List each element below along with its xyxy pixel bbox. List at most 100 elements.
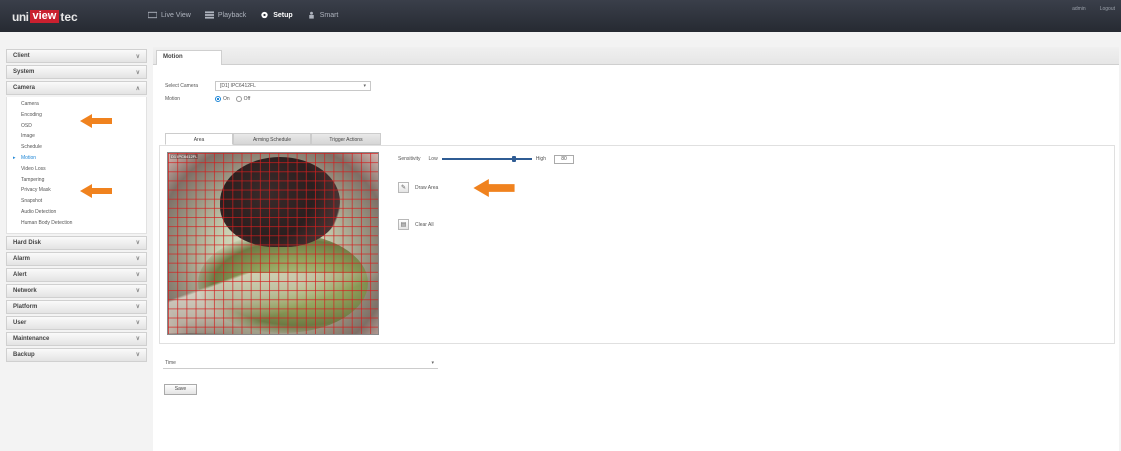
logo-text-2: view bbox=[29, 10, 60, 23]
clear-all-label: Clear All bbox=[415, 221, 434, 228]
sensitivity-slider[interactable] bbox=[441, 154, 532, 164]
main-nav: Live View Playback Setup Smart bbox=[148, 11, 338, 19]
playback-icon bbox=[204, 11, 214, 19]
video-overlay-label: D1 IPC6412FL bbox=[170, 154, 199, 159]
chevron-down-icon: ∨ bbox=[135, 304, 140, 311]
sidebar-group-alarm[interactable]: Alarm ∨ bbox=[6, 251, 147, 266]
sidebar-group-label: Network bbox=[13, 287, 37, 294]
logo-text-3: tec bbox=[60, 9, 78, 24]
sidebar-item-snapshot[interactable]: Snapshot bbox=[7, 196, 146, 207]
tab-arming-schedule[interactable]: Arming Schedule bbox=[233, 133, 311, 145]
chevron-down-icon: ∨ bbox=[135, 240, 140, 247]
sidebar-item-tampering[interactable]: Tampering bbox=[7, 175, 146, 186]
page-tab-bar: Motion bbox=[153, 47, 1119, 65]
sidebar-group-hard-disk[interactable]: Hard Disk ∨ bbox=[6, 235, 147, 250]
chevron-down-icon: ∨ bbox=[135, 53, 140, 60]
sensitivity-slider-thumb[interactable] bbox=[511, 156, 516, 162]
sensitivity-row: Sensitivity Low High 80 bbox=[398, 154, 574, 164]
sensitivity-label: Sensitivity bbox=[398, 156, 421, 162]
user-name[interactable]: admin bbox=[1072, 6, 1086, 12]
nav-live-view[interactable]: Live View bbox=[148, 11, 191, 19]
tab-motion[interactable]: Motion bbox=[156, 50, 222, 65]
setup-gear-icon bbox=[261, 11, 268, 19]
sensitivity-value-input[interactable]: 80 bbox=[554, 154, 574, 164]
tab-area[interactable]: Area bbox=[165, 133, 233, 145]
motion-area-video-grid[interactable]: D1 IPC6412FL bbox=[167, 152, 379, 335]
sidebar-group-user[interactable]: User ∨ bbox=[6, 315, 147, 330]
sidebar-item-image[interactable]: Image bbox=[7, 131, 146, 142]
sidebar-item-audio-detection[interactable]: Audio Detection bbox=[7, 207, 146, 218]
time-row: Time ▾ bbox=[163, 359, 438, 369]
sidebar-item-encoding[interactable]: Encoding bbox=[7, 110, 146, 121]
sidebar-item-video-loss[interactable]: Video Loss bbox=[7, 164, 146, 175]
sidebar-group-label: Platform bbox=[13, 303, 38, 310]
sidebar-item-schedule[interactable]: Schedule bbox=[7, 142, 146, 153]
sidebar-group-network[interactable]: Network ∨ bbox=[6, 283, 147, 298]
sidebar-group-label: System bbox=[13, 69, 35, 75]
trash-icon: ▤ bbox=[398, 219, 409, 230]
nav-smart[interactable]: Smart bbox=[307, 11, 339, 19]
time-label: Time bbox=[165, 360, 176, 366]
motion-off-radio[interactable] bbox=[235, 96, 242, 102]
motion-grid-overlay[interactable] bbox=[168, 153, 378, 334]
logout-link[interactable]: Logout bbox=[1100, 6, 1115, 12]
sidebar-item-privacy-mask[interactable]: Privacy Mask bbox=[7, 185, 146, 196]
smart-icon bbox=[308, 11, 314, 19]
select-camera-label: Select Camera bbox=[165, 83, 199, 89]
sensitivity-slider-track bbox=[441, 158, 532, 160]
sidebar-group-label: Hard Disk bbox=[13, 239, 42, 246]
user-area: admin Logout bbox=[1072, 6, 1115, 12]
motion-on-label: On bbox=[223, 96, 230, 102]
save-button[interactable]: Save bbox=[164, 384, 197, 395]
sidebar-group-backup[interactable]: Backup ∨ bbox=[6, 347, 147, 362]
nav-playback[interactable]: Playback bbox=[204, 11, 247, 19]
top-bar: uni view tec Live View Playback Setup Sm… bbox=[0, 0, 1121, 32]
chevron-down-icon: ▾ bbox=[431, 360, 434, 366]
chevron-down-icon: ∨ bbox=[135, 256, 140, 263]
chevron-down-icon: ∨ bbox=[135, 320, 140, 327]
live-view-icon bbox=[148, 11, 157, 19]
chevron-down-icon: ∨ bbox=[135, 336, 140, 343]
sidebar-group-label: Backup bbox=[13, 351, 35, 358]
brand-logo: uni view tec bbox=[12, 9, 112, 24]
annotation-arrow-camera bbox=[80, 114, 112, 128]
draw-area-button[interactable]: ✎ Draw Area bbox=[398, 182, 438, 193]
sidebar-group-platform[interactable]: Platform ∨ bbox=[6, 299, 147, 314]
time-select[interactable]: Time ▾ bbox=[163, 359, 438, 369]
tab-trigger-actions[interactable]: Trigger Actions bbox=[311, 133, 381, 145]
sidebar-group-maintenance[interactable]: Maintenance ∨ bbox=[6, 331, 147, 346]
sidebar-item-motion[interactable]: Motion bbox=[7, 153, 146, 164]
sidebar-group-label: Maintenance bbox=[13, 335, 50, 342]
sidebar-group-label: Client bbox=[13, 53, 30, 59]
chevron-down-icon: ∨ bbox=[135, 69, 140, 76]
logo-text-1: uni bbox=[12, 9, 29, 24]
main-content: Motion Select Camera [D1] IPC6412FL ▾ Mo… bbox=[153, 47, 1119, 451]
sidebar: Client ∨ System ∨ Camera ∧ Camera Encoding … bbox=[6, 49, 147, 364]
chevron-down-icon: ∨ bbox=[135, 352, 140, 359]
motion-row: Motion On Off bbox=[165, 96, 256, 102]
chevron-down-icon: ▾ bbox=[363, 83, 366, 89]
chevron-down-icon: ∨ bbox=[135, 288, 140, 295]
annotation-arrow-motion bbox=[80, 184, 112, 198]
sidebar-item-human-body-detection[interactable]: Human Body Detection bbox=[7, 218, 146, 229]
sidebar-group-system[interactable]: System ∨ bbox=[6, 65, 147, 79]
camera-select[interactable]: [D1] IPC6412FL ▾ bbox=[215, 81, 371, 91]
chevron-up-icon: ∧ bbox=[135, 85, 140, 92]
select-camera-row: Select Camera [D1] IPC6412FL ▾ bbox=[165, 81, 371, 91]
nav-smart-label: Smart bbox=[319, 11, 339, 19]
nav-setup[interactable]: Setup bbox=[260, 11, 293, 19]
camera-select-value: [D1] IPC6412FL bbox=[220, 83, 256, 89]
sidebar-group-client[interactable]: Client ∨ bbox=[6, 49, 147, 63]
sidebar-item-camera[interactable]: Camera bbox=[7, 99, 146, 110]
sidebar-item-osd[interactable]: OSD bbox=[7, 121, 146, 132]
sidebar-group-camera[interactable]: Camera ∧ bbox=[6, 81, 147, 95]
sensitivity-high-label: High bbox=[535, 156, 546, 162]
nav-live-view-label: Live View bbox=[161, 11, 191, 19]
nav-setup-label: Setup bbox=[273, 11, 293, 19]
motion-off-label: Off bbox=[243, 96, 251, 102]
sidebar-group-alert[interactable]: Alert ∨ bbox=[6, 267, 147, 282]
sensitivity-low-label: Low bbox=[428, 156, 438, 162]
clear-all-button[interactable]: ▤ Clear All bbox=[398, 219, 434, 230]
motion-on-radio[interactable] bbox=[215, 96, 221, 102]
nav-playback-label: Playback bbox=[217, 11, 247, 19]
